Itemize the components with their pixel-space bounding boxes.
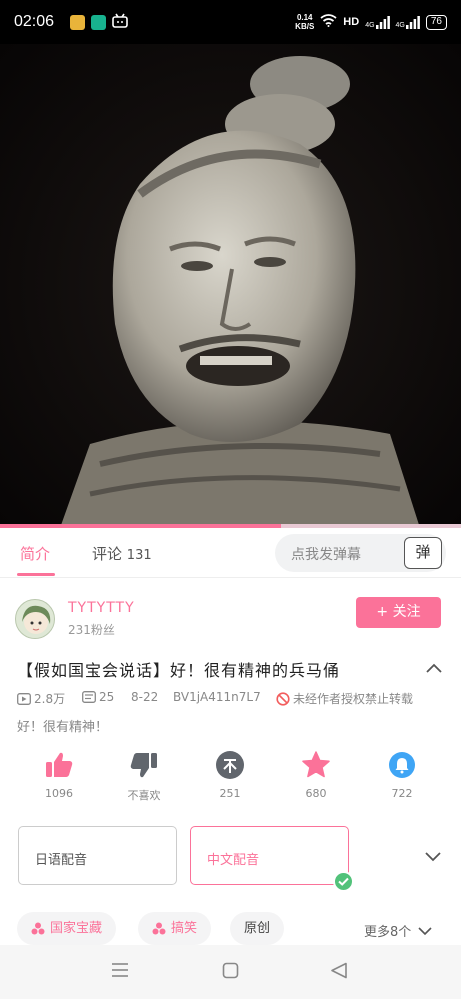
dub-option-chinese[interactable]: 中文配音 [190,826,349,885]
chevron-down-icon[interactable] [424,850,442,862]
video-title: 【假如国宝会说话】好！很有精神的兵马俑 [17,661,341,680]
selected-check-icon [333,871,354,892]
signal-1: 4G [365,15,390,29]
thumbs-down-icon [130,753,157,778]
back-icon[interactable] [330,962,348,979]
share-count: 722 [391,787,413,800]
tag-item[interactable]: 原创 [230,912,285,945]
battery-indicator: 76 [425,14,447,30]
author-fans: 231粉丝 [68,623,115,637]
dislike-label: 不喜欢 [127,789,161,802]
avatar[interactable] [15,599,55,639]
thumbs-up-icon [46,752,73,777]
tag-list: 国家宝藏 搞笑 原创 更多8个 [0,912,461,947]
coin-icon [216,751,244,779]
dislike-button[interactable]: 不喜欢 [114,750,174,803]
tag-label: 原创 [244,921,271,936]
danmaku-count-icon [82,691,96,703]
danmaku-toggle-button[interactable]: 弹 [404,537,442,569]
menu-icon[interactable] [111,962,129,978]
system-navigation-bar [0,945,461,999]
publish-date: 8-22 [131,690,159,704]
tab-comments-label: 评论 [92,545,123,563]
star-icon [302,751,330,778]
status-time: 02:06 [14,13,55,30]
dub-option-chinese-label: 中文配音 [207,853,260,868]
follow-button[interactable]: + 关注 [356,597,441,628]
copyright-notice: 未经作者授权禁止转载 [276,690,413,707]
action-bar: 1096 不喜欢 251 680 722 [0,750,461,810]
avatar-illustration-icon [22,605,51,634]
video-meta-row: 2.8万 25 8-22 BV1jA411n7L7 未经作者授权禁止转载 [0,688,461,708]
status-bar: 02:06 0.14 KB/S HD 4G 4G 76 [0,0,461,44]
chevron-down-icon [418,926,432,935]
network-type-1: 4G [365,21,375,29]
more-tags-button[interactable]: 更多8个 [364,921,433,940]
danmaku-stat: 25 [82,690,114,704]
tab-comments-count: 131 [126,548,152,563]
network-type-2: 4G [395,21,405,29]
bv-id[interactable]: BV1jA411n7L7 [173,690,261,704]
like-count: 1096 [45,787,73,800]
copyright-text: 未经作者授权禁止转载 [293,692,414,706]
video-player[interactable] [0,44,461,528]
author-name[interactable]: TYTYTTY [68,600,135,616]
terracotta-warrior-frame [0,44,461,528]
danmaku-input[interactable]: 点我发弹幕 弹 [275,534,446,572]
coin-button[interactable]: 251 [200,750,260,800]
share-icon [389,752,415,778]
favorite-count: 680 [305,787,327,800]
coin-count: 251 [219,787,241,800]
author-section: TYTYTTY 231粉丝 + 关注 [0,590,461,650]
danmaku-count: 25 [99,690,115,704]
dub-option-japanese-label: 日语配音 [35,853,88,868]
tab-comments[interactable]: 评论 131 [92,543,152,564]
forbidden-icon [276,691,290,706]
play-count-icon [17,692,31,705]
favorite-button[interactable]: 680 [286,750,346,800]
signal-2: 4G [395,15,420,29]
dub-option-japanese[interactable]: 日语配音 [18,826,177,885]
chat-notification-icon [91,14,107,30]
views-stat: 2.8万 [17,690,65,707]
chevron-up-icon[interactable] [424,660,444,676]
hd-voice-label: HD [343,16,360,28]
app-notification-icon [70,14,86,30]
like-button[interactable]: 1096 [29,750,89,800]
tag-label: 搞笑 [171,921,198,936]
more-tags-label: 更多8个 [364,925,412,940]
share-button[interactable]: 722 [372,750,432,800]
danmaku-placeholder: 点我发弹幕 [291,547,361,563]
views-count: 2.8万 [34,692,66,706]
home-icon[interactable] [222,962,239,979]
network-speed-unit: KB/S [295,22,315,31]
bilibili-notification-icon [112,13,128,32]
tab-intro[interactable]: 简介 [20,543,50,564]
tag-topic-icon [31,922,45,935]
tag-item[interactable]: 搞笑 [138,912,212,945]
tag-label: 国家宝藏 [50,921,103,936]
video-description: 好！很有精神！ [17,720,109,735]
tag-topic-icon [152,922,166,935]
network-speed-value: 0.14 [296,13,313,22]
tag-item[interactable]: 国家宝藏 [17,912,117,945]
video-title-row: 【假如国宝会说话】好！很有精神的兵马俑 [0,655,461,685]
wifi-icon [320,14,337,30]
tab-active-indicator [17,573,55,576]
network-speed: 0.14 KB/S [295,13,314,31]
